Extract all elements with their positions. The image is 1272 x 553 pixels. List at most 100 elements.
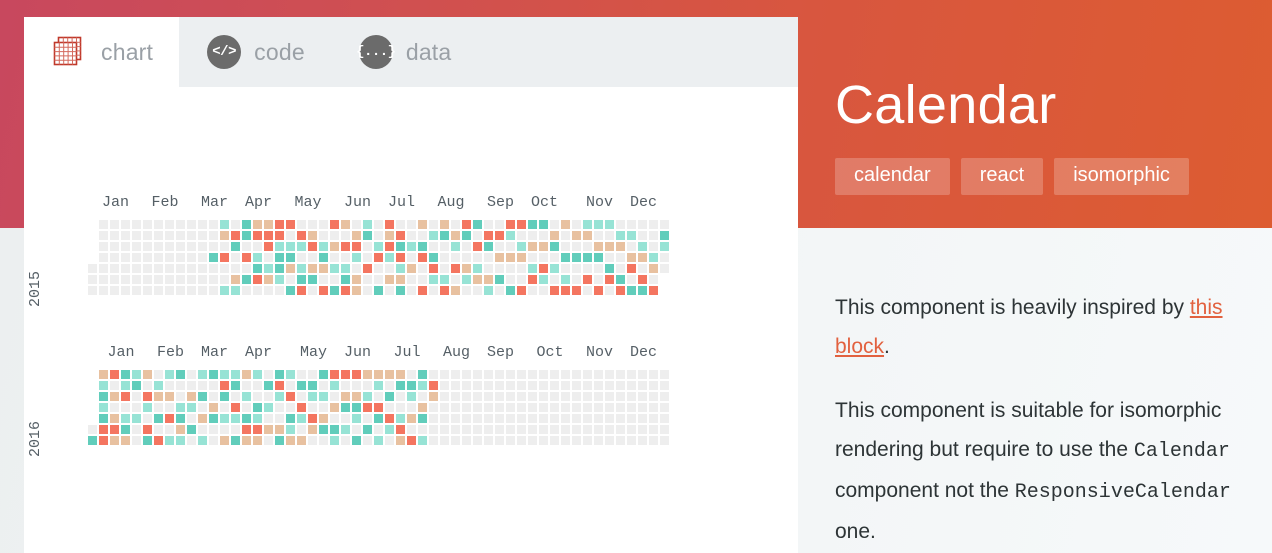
calendar-day-cell[interactable] bbox=[220, 414, 229, 423]
calendar-day-cell[interactable] bbox=[429, 231, 438, 240]
calendar-day-cell[interactable] bbox=[627, 425, 636, 434]
calendar-day-cell[interactable] bbox=[330, 370, 339, 379]
calendar-day-cell[interactable] bbox=[539, 425, 548, 434]
calendar-day-cell[interactable] bbox=[99, 275, 108, 284]
calendar-day-cell[interactable] bbox=[176, 275, 185, 284]
calendar-day-cell[interactable] bbox=[506, 436, 515, 445]
calendar-day-cell[interactable] bbox=[220, 231, 229, 240]
calendar-day-cell[interactable] bbox=[528, 286, 537, 295]
calendar-day-cell[interactable] bbox=[242, 253, 251, 262]
calendar-day-cell[interactable] bbox=[220, 286, 229, 295]
calendar-day-cell[interactable] bbox=[143, 264, 152, 273]
calendar-day-cell[interactable] bbox=[319, 414, 328, 423]
calendar-day-cell[interactable] bbox=[638, 425, 647, 434]
calendar-day-cell[interactable] bbox=[572, 370, 581, 379]
calendar-day-cell[interactable] bbox=[407, 231, 416, 240]
calendar-day-cell[interactable] bbox=[495, 436, 504, 445]
calendar-day-cell[interactable] bbox=[385, 220, 394, 229]
calendar-day-cell[interactable] bbox=[561, 370, 570, 379]
calendar-day-cell[interactable] bbox=[363, 392, 372, 401]
calendar-day-cell[interactable] bbox=[297, 275, 306, 284]
calendar-day-cell[interactable] bbox=[451, 264, 460, 273]
calendar-day-cell[interactable] bbox=[506, 381, 515, 390]
calendar-day-cell[interactable] bbox=[484, 403, 493, 412]
calendar-day-cell[interactable] bbox=[275, 392, 284, 401]
calendar-day-cell[interactable] bbox=[231, 275, 240, 284]
calendar-day-cell[interactable] bbox=[110, 403, 119, 412]
calendar-day-cell[interactable] bbox=[374, 286, 383, 295]
calendar-day-cell[interactable] bbox=[407, 392, 416, 401]
calendar-day-cell[interactable] bbox=[418, 414, 427, 423]
calendar-day-cell[interactable] bbox=[638, 275, 647, 284]
calendar-day-cell[interactable] bbox=[451, 220, 460, 229]
calendar-day-cell[interactable] bbox=[319, 286, 328, 295]
calendar-day-cell[interactable] bbox=[275, 403, 284, 412]
calendar-day-cell[interactable] bbox=[495, 253, 504, 262]
calendar-day-cell[interactable] bbox=[495, 414, 504, 423]
calendar-day-cell[interactable] bbox=[275, 286, 284, 295]
calendar-day-cell[interactable] bbox=[308, 253, 317, 262]
calendar-day-cell[interactable] bbox=[396, 286, 405, 295]
calendar-day-cell[interactable] bbox=[330, 414, 339, 423]
calendar-day-cell[interactable] bbox=[638, 286, 647, 295]
calendar-day-cell[interactable] bbox=[264, 275, 273, 284]
calendar-day-cell[interactable] bbox=[418, 403, 427, 412]
calendar-day-cell[interactable] bbox=[561, 392, 570, 401]
calendar-day-cell[interactable] bbox=[187, 436, 196, 445]
calendar-day-cell[interactable] bbox=[198, 414, 207, 423]
calendar-day-cell[interactable] bbox=[572, 220, 581, 229]
calendar-day-cell[interactable] bbox=[231, 381, 240, 390]
calendar-day-cell[interactable] bbox=[429, 392, 438, 401]
calendar-day-cell[interactable] bbox=[616, 242, 625, 251]
calendar-day-cell[interactable] bbox=[165, 286, 174, 295]
calendar-day-cell[interactable] bbox=[473, 403, 482, 412]
calendar-day-cell[interactable] bbox=[165, 231, 174, 240]
calendar-day-cell[interactable] bbox=[209, 286, 218, 295]
calendar-day-cell[interactable] bbox=[275, 242, 284, 251]
calendar-day-cell[interactable] bbox=[209, 436, 218, 445]
calendar-day-cell[interactable] bbox=[352, 242, 361, 251]
calendar-day-cell[interactable] bbox=[462, 381, 471, 390]
calendar-day-cell[interactable] bbox=[418, 436, 427, 445]
calendar-day-cell[interactable] bbox=[99, 264, 108, 273]
calendar-day-cell[interactable] bbox=[209, 264, 218, 273]
calendar-day-cell[interactable] bbox=[110, 275, 119, 284]
calendar-day-cell[interactable] bbox=[396, 275, 405, 284]
calendar-day-cell[interactable] bbox=[198, 392, 207, 401]
calendar-day-cell[interactable] bbox=[363, 436, 372, 445]
calendar-day-cell[interactable] bbox=[528, 253, 537, 262]
calendar-day-cell[interactable] bbox=[495, 242, 504, 251]
calendar-day-cell[interactable] bbox=[231, 220, 240, 229]
calendar-day-cell[interactable] bbox=[506, 242, 515, 251]
calendar-day-cell[interactable] bbox=[319, 253, 328, 262]
calendar-day-cell[interactable] bbox=[242, 231, 251, 240]
calendar-day-cell[interactable] bbox=[660, 381, 669, 390]
calendar-day-cell[interactable] bbox=[462, 286, 471, 295]
calendar-day-cell[interactable] bbox=[649, 253, 658, 262]
calendar-day-cell[interactable] bbox=[451, 403, 460, 412]
calendar-day-cell[interactable] bbox=[528, 425, 537, 434]
calendar-day-cell[interactable] bbox=[363, 253, 372, 262]
calendar-day-cell[interactable] bbox=[176, 264, 185, 273]
calendar-day-cell[interactable] bbox=[363, 370, 372, 379]
calendar-day-cell[interactable] bbox=[143, 436, 152, 445]
calendar-day-cell[interactable] bbox=[253, 381, 262, 390]
calendar-day-cell[interactable] bbox=[594, 381, 603, 390]
calendar-day-cell[interactable] bbox=[550, 253, 559, 262]
calendar-day-cell[interactable] bbox=[451, 381, 460, 390]
calendar-day-cell[interactable] bbox=[407, 286, 416, 295]
calendar-day-cell[interactable] bbox=[627, 392, 636, 401]
calendar-day-cell[interactable] bbox=[649, 275, 658, 284]
calendar-day-cell[interactable] bbox=[605, 392, 614, 401]
calendar-day-cell[interactable] bbox=[198, 220, 207, 229]
calendar-day-cell[interactable] bbox=[561, 403, 570, 412]
calendar-day-cell[interactable] bbox=[638, 436, 647, 445]
calendar-day-cell[interactable] bbox=[561, 253, 570, 262]
calendar-day-cell[interactable] bbox=[297, 403, 306, 412]
calendar-day-cell[interactable] bbox=[429, 220, 438, 229]
calendar-day-cell[interactable] bbox=[583, 220, 592, 229]
calendar-day-cell[interactable] bbox=[132, 414, 141, 423]
calendar-day-cell[interactable] bbox=[308, 381, 317, 390]
calendar-day-cell[interactable] bbox=[462, 425, 471, 434]
calendar-day-cell[interactable] bbox=[297, 436, 306, 445]
